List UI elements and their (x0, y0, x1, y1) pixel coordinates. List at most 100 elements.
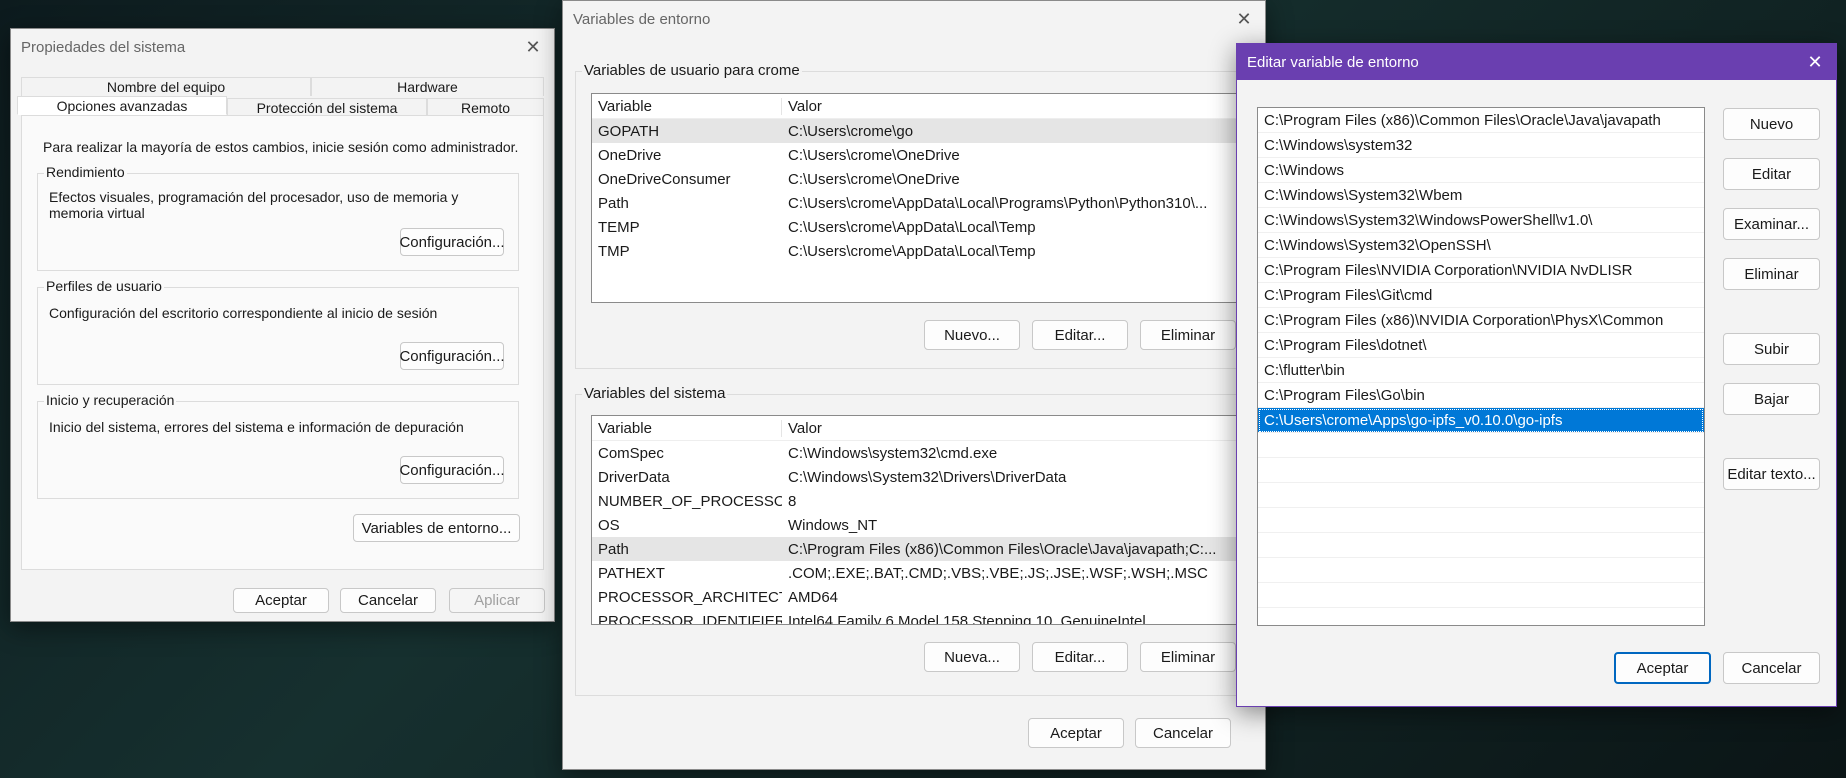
table-row[interactable]: OneDrive C:\Users\crome\OneDrive (592, 143, 1264, 167)
close-icon[interactable]: ✕ (1229, 5, 1259, 33)
system-vars-title: Variables del sistema (582, 385, 728, 402)
empty-list-row[interactable] (1258, 608, 1704, 625)
environment-variables-window: Variables de entorno ✕ Variables de usua… (562, 0, 1266, 770)
path-entries-list[interactable]: C:\Program Files (x86)\Common Files\Orac… (1257, 107, 1705, 626)
list-item[interactable]: C:\Windows\System32\WindowsPowerShell\v1… (1258, 208, 1704, 233)
table-row[interactable]: OneDriveConsumer C:\Users\crome\OneDrive (592, 167, 1264, 191)
column-value[interactable]: Valor (782, 98, 1264, 115)
user-profiles-title: Perfiles de usuario (44, 278, 164, 294)
table-row[interactable]: GOPATH C:\Users\crome\go (592, 119, 1264, 143)
variable-value: C:\Users\crome\go (788, 122, 914, 140)
variable-name: NUMBER_OF_PROCESSORS (598, 492, 782, 510)
list-item[interactable]: C:\Program Files\Go\bin (1258, 383, 1704, 408)
empty-list-row[interactable] (1258, 508, 1704, 533)
ok-button[interactable]: Aceptar (1028, 718, 1124, 748)
list-item[interactable]: C:\Windows\system32 (1258, 133, 1704, 158)
variable-value: C:\Users\crome\OneDrive (788, 170, 960, 188)
apply-button[interactable]: Aplicar (449, 588, 545, 613)
empty-list-row[interactable] (1258, 433, 1704, 458)
table-row[interactable]: OS Windows_NT (592, 513, 1264, 537)
list-item[interactable]: C:\Windows (1258, 158, 1704, 183)
empty-list-row[interactable] (1258, 458, 1704, 483)
startup-recovery-title: Inicio y recuperación (44, 392, 177, 408)
table-row[interactable]: TEMP C:\Users\crome\AppData\Local\Temp (592, 215, 1264, 239)
empty-list-row[interactable] (1258, 533, 1704, 558)
table-row[interactable]: PROCESSOR_ARCHITECTU... AMD64 (592, 585, 1264, 609)
env-vars-titlebar: Variables de entorno ✕ (563, 1, 1265, 37)
list-header: Variable Valor (592, 416, 1264, 441)
variable-name: OneDriveConsumer (598, 170, 731, 188)
system-properties-titlebar: Propiedades del sistema ✕ (11, 29, 554, 65)
variable-name: TMP (598, 242, 630, 260)
list-item[interactable]: C:\Program Files\Git\cmd (1258, 283, 1704, 308)
column-variable[interactable]: Variable (592, 97, 782, 115)
table-row[interactable]: PATHEXT .COM;.EXE;.BAT;.CMD;.VBS;.VBE;.JS… (592, 561, 1264, 585)
admin-note: Para realizar la mayoría de estos cambio… (43, 139, 519, 155)
tab-hardware[interactable]: Hardware (311, 77, 544, 96)
system-edit-button[interactable]: Editar... (1032, 642, 1128, 672)
table-row[interactable]: ComSpec C:\Windows\system32\cmd.exe (592, 441, 1264, 465)
variable-name: GOPATH (598, 122, 660, 140)
move-down-button[interactable]: Bajar (1723, 383, 1820, 415)
close-icon[interactable]: ✕ (1800, 48, 1830, 76)
variable-name: TEMP (598, 218, 640, 236)
variable-name: PROCESSOR_IDENTIFIER (598, 612, 782, 625)
edit-button[interactable]: Editar (1723, 158, 1820, 190)
variable-name: Path (598, 540, 629, 558)
list-item[interactable]: C:\Windows\System32\Wbem (1258, 183, 1704, 208)
list-item[interactable]: C:\Program Files (x86)\NVIDIA Corporatio… (1258, 308, 1704, 333)
system-vars-list[interactable]: Variable Valor ComSpec C:\Windows\system3… (591, 415, 1265, 625)
window-title: Propiedades del sistema (21, 38, 186, 56)
table-row[interactable]: DriverData C:\Windows\System32\Drivers\Dr… (592, 465, 1264, 489)
table-row[interactable]: NUMBER_OF_PROCESSORS 8 (592, 489, 1264, 513)
list-item[interactable]: C:\Program Files (x86)\Common Files\Orac… (1258, 108, 1704, 133)
system-new-button[interactable]: Nueva... (924, 642, 1020, 672)
list-item[interactable]: C:\Program Files\dotnet\ (1258, 333, 1704, 358)
variable-name: DriverData (598, 468, 670, 486)
variable-value: C:\Users\crome\AppData\Local\Temp (788, 242, 1036, 260)
startup-settings-button[interactable]: Configuración... (399, 456, 505, 484)
empty-list-row[interactable] (1258, 483, 1704, 508)
tab-advanced[interactable]: Opciones avanzadas (17, 96, 227, 115)
ok-button[interactable]: Aceptar (1614, 652, 1711, 684)
column-variable[interactable]: Variable (592, 419, 782, 437)
delete-button[interactable]: Eliminar (1723, 258, 1820, 290)
user-new-button[interactable]: Nuevo... (924, 320, 1020, 350)
column-value[interactable]: Valor (782, 420, 1264, 437)
list-item[interactable]: C:\Windows\System32\OpenSSH\ (1258, 233, 1704, 258)
variable-value: C:\Windows\system32\cmd.exe (788, 444, 998, 462)
user-delete-button[interactable]: Eliminar (1140, 320, 1236, 350)
variable-value: C:\Users\crome\OneDrive (788, 146, 960, 164)
user-edit-button[interactable]: Editar... (1032, 320, 1128, 350)
environment-variables-button[interactable]: Variables de entorno... (353, 514, 520, 542)
empty-list-row[interactable] (1258, 583, 1704, 608)
variable-name: Path (598, 194, 629, 212)
table-row[interactable]: Path C:\Program Files (x86)\Common Files\… (592, 537, 1264, 561)
window-title: Variables de entorno (573, 10, 711, 28)
cancel-button[interactable]: Cancelar (1135, 718, 1231, 748)
list-item[interactable]: C:\Users\crome\Apps\go-ipfs_v0.10.0\go-i… (1258, 408, 1704, 433)
edit-text-button[interactable]: Editar texto... (1723, 458, 1820, 490)
empty-list-row[interactable] (1258, 558, 1704, 583)
browse-button[interactable]: Examinar... (1723, 208, 1820, 240)
cancel-button[interactable]: Cancelar (340, 588, 436, 613)
performance-settings-button[interactable]: Configuración... (399, 228, 505, 256)
user-profiles-settings-button[interactable]: Configuración... (399, 342, 505, 370)
table-row[interactable]: PROCESSOR_IDENTIFIER Intel64 Family 6 Mod… (592, 609, 1264, 625)
table-row[interactable]: Path C:\Users\crome\AppData\Local\Program… (592, 191, 1264, 215)
user-profiles-group: Perfiles de usuario (37, 278, 519, 385)
user-vars-list[interactable]: Variable Valor GOPATH C:\Users\crome\go On… (591, 93, 1265, 303)
close-icon[interactable]: ✕ (518, 33, 548, 61)
list-item[interactable]: C:\Program Files\NVIDIA Corporation\NVID… (1258, 258, 1704, 283)
ok-button[interactable]: Aceptar (233, 588, 329, 613)
new-button[interactable]: Nuevo (1723, 108, 1820, 140)
variable-value: .COM;.EXE;.BAT;.CMD;.VBS;.VBE;.JS;.JSE;.… (788, 564, 1208, 582)
table-row[interactable]: TMP C:\Users\crome\AppData\Local\Temp (592, 239, 1264, 263)
move-up-button[interactable]: Subir (1723, 333, 1820, 365)
variable-value: 8 (788, 492, 797, 510)
system-delete-button[interactable]: Eliminar (1140, 642, 1236, 672)
list-item[interactable]: C:\flutter\bin (1258, 358, 1704, 383)
tab-computer-name[interactable]: Nombre del equipo (21, 77, 311, 96)
variable-name: ComSpec (598, 444, 664, 462)
cancel-button[interactable]: Cancelar (1723, 652, 1820, 684)
